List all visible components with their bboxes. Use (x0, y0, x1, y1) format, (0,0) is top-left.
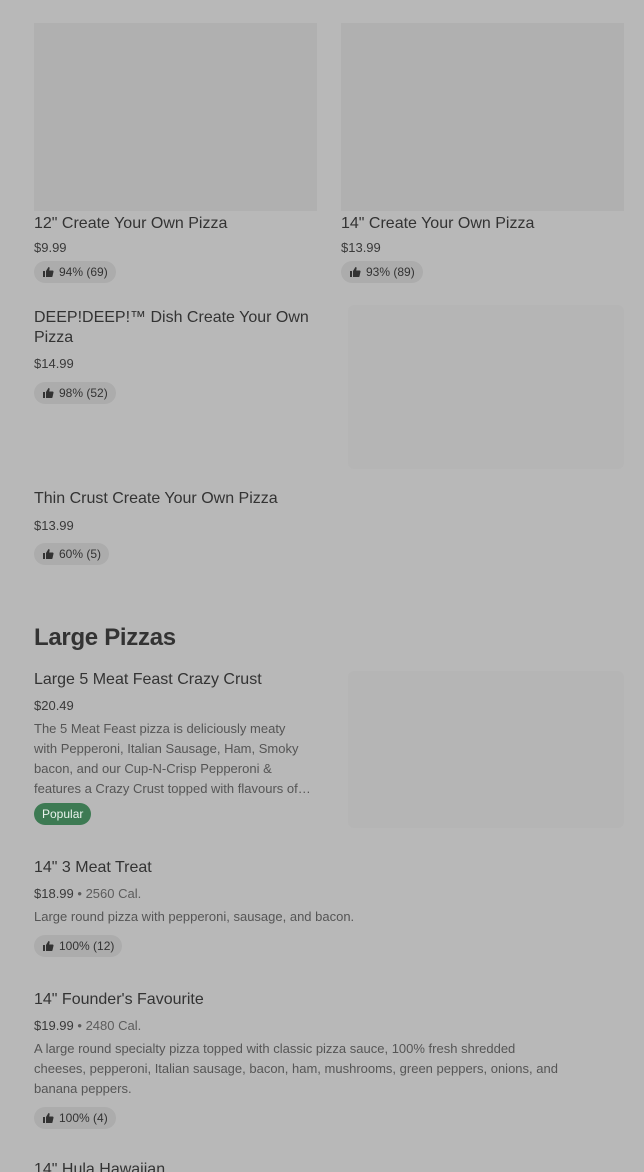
item-price: $9.99 (34, 240, 67, 255)
item-price-line: $18.99 • 2560 Cal. (34, 886, 141, 901)
menu-item-row[interactable]: 14" 3 Meat Treat $18.99 • 2560 Cal. Larg… (34, 858, 624, 960)
item-description: The 5 Meat Feast pizza is deliciously me… (34, 719, 339, 799)
rating-pill: 94% (69) (34, 261, 116, 283)
section-title: Large Pizzas (34, 624, 176, 651)
thumbs-up-icon (350, 267, 361, 277)
price-separator: • (77, 886, 82, 901)
description-line: features a Crazy Crust topped with flavo… (34, 781, 311, 796)
description-line: banana peppers. (34, 1081, 132, 1096)
item-image (348, 671, 624, 828)
item-name: DEEP!DEEP!™ Dish Create Your Own Pizza (34, 309, 309, 346)
menu-item-row[interactable]: Thin Crust Create Your Own Pizza $13.99 … (34, 490, 624, 570)
item-calories: 2480 Cal. (85, 1018, 142, 1033)
description-line: The 5 Meat Feast pizza is deliciously me… (34, 721, 286, 736)
rating-pill: 98% (52) (34, 382, 116, 404)
item-image (348, 305, 624, 469)
item-calories: 2560 Cal. (85, 886, 142, 901)
item-description: Large round pizza with pepperoni, sausag… (34, 909, 355, 924)
rating-text: 60% (5) (59, 547, 102, 561)
item-name: 14" Founder's Favourite (34, 991, 204, 1008)
description-line: with Pepperoni, Italian Sausage, Ham, Sm… (34, 741, 299, 756)
thumbs-up-icon (43, 267, 54, 277)
item-price: $14.99 (34, 356, 74, 371)
item-price: $19.99 (34, 1018, 74, 1033)
menu-item-row[interactable]: DEEP!DEEP!™ Dish Create Your Own Pizza $… (34, 305, 624, 470)
item-price: $20.49 (34, 698, 74, 713)
rating-text: 94% (69) (59, 265, 108, 279)
description-line: A large round specialty pizza topped wit… (34, 1041, 516, 1056)
item-name: 14" Hula Hawaiian (34, 1161, 166, 1172)
item-name: 12" Create Your Own Pizza (34, 215, 228, 232)
thumbs-up-icon (43, 549, 54, 559)
item-image (34, 23, 317, 211)
rating-text: 93% (89) (366, 265, 415, 279)
menu-item-row[interactable]: Large 5 Meat Feast Crazy Crust $20.49 Th… (34, 670, 624, 830)
description-line: cheeses, pepperoni, Italian sausage, bac… (34, 1061, 558, 1076)
item-price: $18.99 (34, 886, 74, 901)
menu-item-card[interactable]: 14" Create Your Own Pizza $13.99 93% (89… (341, 23, 624, 288)
rating-text: 98% (52) (59, 386, 108, 400)
price-separator: • (77, 1018, 82, 1033)
item-image (341, 23, 624, 211)
item-name: Large 5 Meat Feast Crazy Crust (34, 671, 262, 688)
menu-item-row[interactable]: 14" Hula Hawaiian (34, 1160, 624, 1172)
thumbs-up-icon (43, 388, 54, 398)
item-name: 14" 3 Meat Treat (34, 859, 152, 876)
item-name: Thin Crust Create Your Own Pizza (34, 490, 278, 507)
item-price: $13.99 (341, 240, 381, 255)
rating-pill: 100% (4) (34, 1107, 116, 1129)
item-description: A large round specialty pizza topped wit… (34, 1039, 624, 1099)
popular-badge: Popular (34, 803, 92, 825)
thumbs-up-icon (43, 1113, 54, 1123)
rating-pill: 100% (12) (34, 935, 123, 957)
thumbs-up-icon (43, 941, 54, 951)
rating-pill: 93% (89) (341, 261, 423, 283)
item-name: 14" Create Your Own Pizza (341, 215, 535, 232)
rating-text: 100% (12) (59, 939, 115, 953)
item-price: $13.99 (34, 518, 74, 533)
menu-item-row[interactable]: 14" Founder's Favourite $19.99 • 2480 Ca… (34, 990, 624, 1132)
menu-item-card[interactable]: 12" Create Your Own Pizza $9.99 94% (69) (34, 23, 317, 288)
description-line: bacon, and our Cup-N-Crisp Pepperoni & (34, 761, 272, 776)
rating-text: 100% (4) (59, 1111, 108, 1125)
rating-pill: 60% (5) (34, 543, 110, 565)
item-price-line: $19.99 • 2480 Cal. (34, 1018, 141, 1033)
